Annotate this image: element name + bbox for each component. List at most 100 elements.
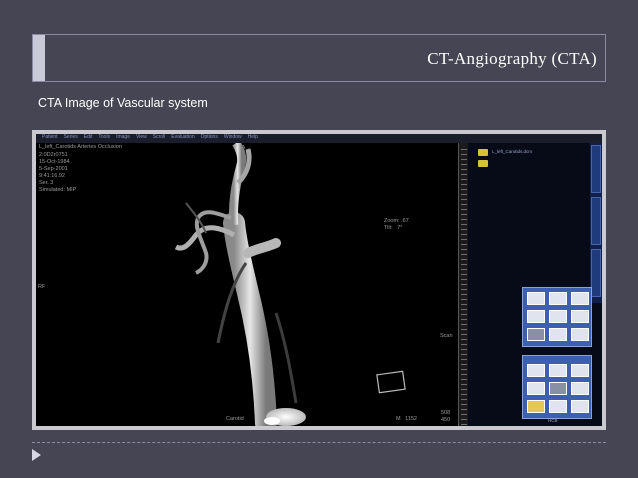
scroll-tick bbox=[461, 389, 467, 390]
scroll-tick bbox=[461, 294, 467, 295]
menu-item[interactable]: Patient bbox=[42, 134, 58, 140]
cta-screenshot: Patient Series Edit Tools Image View Scroll Eva… bbox=[36, 134, 602, 426]
scroll-tick bbox=[461, 404, 467, 405]
tool-button[interactable] bbox=[571, 400, 589, 413]
menu-item[interactable]: Window bbox=[224, 134, 242, 140]
scroll-tick bbox=[461, 359, 467, 360]
scroll-tick bbox=[461, 334, 467, 335]
tool-button[interactable] bbox=[571, 310, 589, 323]
title-box: CT-Angiography (CTA) bbox=[32, 34, 606, 82]
scroll-tick bbox=[461, 374, 467, 375]
tool-button[interactable] bbox=[571, 292, 589, 305]
cta-screenshot-frame: Patient Series Edit Tools Image View Scroll Eva… bbox=[32, 130, 606, 430]
image-tool-group bbox=[522, 355, 592, 419]
slide-subtitle: CTA Image of Vascular system bbox=[38, 96, 208, 110]
scroll-tick bbox=[461, 349, 467, 350]
menu-item[interactable]: Image bbox=[116, 134, 130, 140]
menu-item[interactable]: Edit bbox=[84, 134, 93, 140]
scroll-tick bbox=[461, 329, 467, 330]
scroll-tick bbox=[461, 399, 467, 400]
scroll-tick bbox=[461, 284, 467, 285]
tool-button[interactable] bbox=[527, 382, 545, 395]
menu-item[interactable]: Tools bbox=[98, 134, 110, 140]
menu-item[interactable]: Evaluation bbox=[171, 134, 194, 140]
side-tabs bbox=[590, 143, 602, 303]
panel-file-label: L_left_Carotids.dcm bbox=[492, 149, 533, 154]
tool-button[interactable] bbox=[549, 292, 567, 305]
scroll-tick bbox=[461, 204, 467, 205]
menu-item[interactable]: Series bbox=[64, 134, 78, 140]
scroll-tick bbox=[461, 244, 467, 245]
scroll-tick bbox=[461, 384, 467, 385]
title-accent-bar bbox=[33, 35, 45, 81]
scroll-tick bbox=[461, 314, 467, 315]
bullet-arrow-icon bbox=[32, 449, 41, 461]
scroll-tick bbox=[461, 319, 467, 320]
scroll-tick bbox=[461, 279, 467, 280]
scroll-tick bbox=[461, 194, 467, 195]
scroll-tick bbox=[461, 419, 467, 420]
scroll-tick bbox=[461, 239, 467, 240]
scroll-tick bbox=[461, 224, 467, 225]
scroll-tick bbox=[461, 414, 467, 415]
tool-button[interactable] bbox=[527, 364, 545, 377]
tool-button[interactable] bbox=[571, 364, 589, 377]
tool-button[interactable] bbox=[527, 310, 545, 323]
scroll-tick bbox=[461, 254, 467, 255]
scroll-tick bbox=[461, 264, 467, 265]
tool-button[interactable] bbox=[549, 364, 567, 377]
tab-filming[interactable] bbox=[591, 197, 601, 245]
footer-divider bbox=[32, 442, 606, 443]
scroll-tick bbox=[461, 154, 467, 155]
scroll-tick bbox=[461, 159, 467, 160]
side-panel: L_left_Carotids.dcm HCB bbox=[468, 143, 602, 426]
scroll-tick bbox=[461, 199, 467, 200]
tool-button[interactable] bbox=[527, 292, 545, 305]
tool-button[interactable] bbox=[549, 328, 567, 341]
tool-button[interactable] bbox=[549, 310, 567, 323]
menu-item[interactable]: Scroll bbox=[153, 134, 166, 140]
tool-button[interactable] bbox=[527, 400, 545, 413]
scroll-tick bbox=[461, 379, 467, 380]
slide-title: CT-Angiography (CTA) bbox=[427, 49, 597, 68]
folder-icon[interactable] bbox=[478, 160, 488, 167]
scroll-tick bbox=[461, 369, 467, 370]
menu-item[interactable]: Help bbox=[248, 134, 258, 140]
folder-icon[interactable] bbox=[478, 149, 488, 156]
scroll-tick bbox=[461, 164, 467, 165]
scroll-tick bbox=[461, 189, 467, 190]
scroll-tick bbox=[461, 424, 467, 425]
tool-button[interactable] bbox=[571, 382, 589, 395]
scroll-tick bbox=[461, 344, 467, 345]
scroll-tick bbox=[461, 179, 467, 180]
scroll-tick bbox=[461, 229, 467, 230]
menu-item[interactable]: Options bbox=[201, 134, 218, 140]
tool-button[interactable] bbox=[571, 328, 589, 341]
scroll-tick bbox=[461, 149, 467, 150]
layout-tool-group bbox=[522, 287, 592, 347]
menu-item[interactable]: View bbox=[136, 134, 147, 140]
scroll-tick bbox=[461, 274, 467, 275]
scroll-tick bbox=[461, 354, 467, 355]
scroll-tick bbox=[461, 289, 467, 290]
tab-3d[interactable] bbox=[591, 249, 601, 297]
image-viewport[interactable]: L_left_Carotids Arteries Occlusion 2:0D2… bbox=[36, 143, 458, 426]
tab-viewing[interactable] bbox=[591, 145, 601, 193]
tool-button[interactable] bbox=[549, 382, 567, 395]
scroll-tick bbox=[461, 324, 467, 325]
scroll-tick bbox=[461, 184, 467, 185]
vascular-mip-image bbox=[174, 143, 406, 426]
scroll-tick bbox=[461, 394, 467, 395]
scroll-tick bbox=[461, 309, 467, 310]
scroll-tick bbox=[461, 409, 467, 410]
scroll-tick bbox=[461, 259, 467, 260]
scroll-tick bbox=[461, 269, 467, 270]
scroll-tick bbox=[461, 214, 467, 215]
viewer-menubar: Patient Series Edit Tools Image View Scroll Eva… bbox=[36, 134, 602, 143]
scroll-tick bbox=[461, 234, 467, 235]
scroll-tick bbox=[461, 364, 467, 365]
tool-button[interactable] bbox=[549, 400, 567, 413]
panel-bottom-label: HCB bbox=[548, 418, 558, 423]
tool-button[interactable] bbox=[527, 328, 545, 341]
scroll-tick bbox=[461, 249, 467, 250]
